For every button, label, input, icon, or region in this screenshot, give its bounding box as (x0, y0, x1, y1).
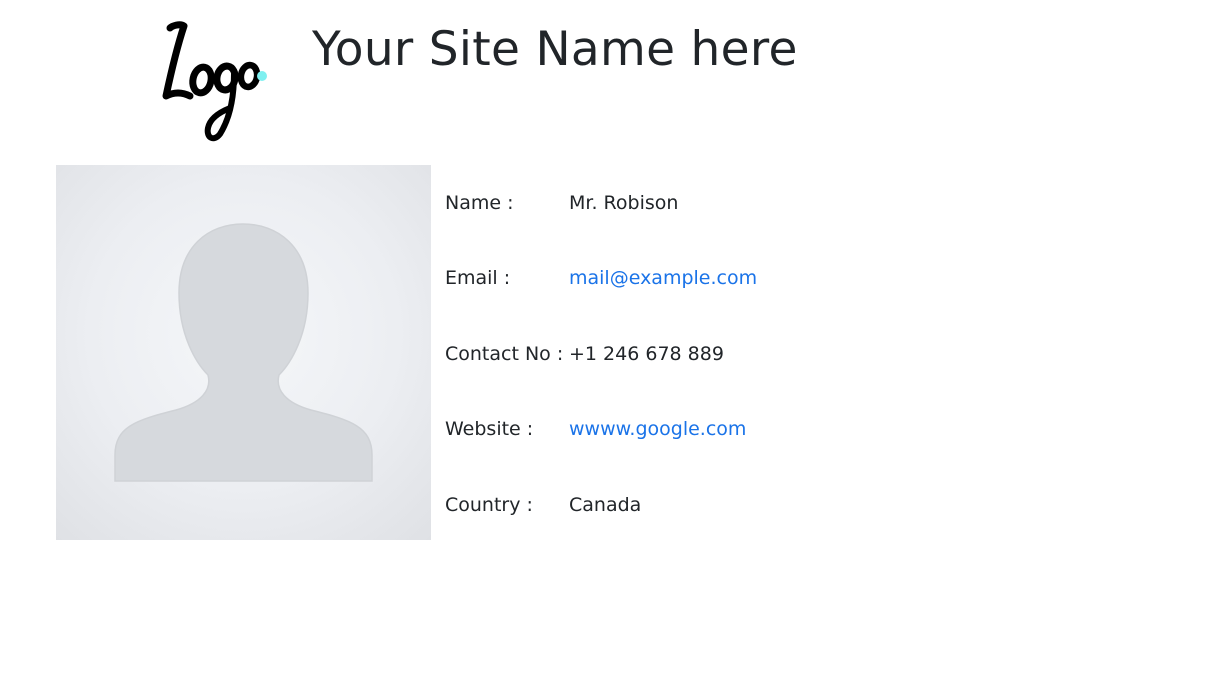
name-value: Mr. Robison (569, 192, 679, 214)
name-label: Name : (445, 192, 514, 214)
country-value: Canada (569, 494, 642, 516)
site-title: Your Site Name here (312, 22, 798, 77)
contact-value: +1 246 678 889 (569, 343, 724, 365)
website-link[interactable]: wwww.google.com (569, 414, 746, 444)
email-link[interactable]: mail@example.com (569, 263, 757, 293)
logo-icon (162, 21, 267, 142)
contact-label: Contact No : (445, 343, 564, 365)
user-silhouette-icon (114, 223, 373, 482)
profile-page: Your Site Name here Name : Mr. Robison E… (0, 0, 1205, 673)
website-label: Website : (445, 418, 534, 440)
email-label: Email : (445, 267, 511, 289)
avatar (56, 165, 431, 540)
site-logo[interactable] (150, 18, 274, 146)
country-label: Country : (445, 494, 533, 516)
